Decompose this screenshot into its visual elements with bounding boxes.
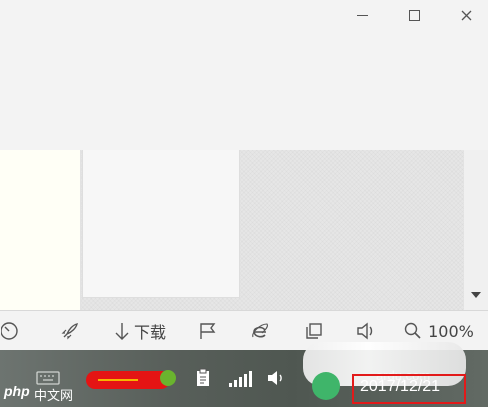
rocket-icon — [61, 323, 78, 340]
download-arrow-icon — [115, 323, 129, 340]
taskbar-date[interactable]: 2017/12/21 — [360, 378, 440, 396]
flag-icon — [200, 323, 216, 339]
document-page — [82, 150, 240, 298]
ie-button[interactable] — [248, 311, 272, 351]
download-label: 下载 — [133, 323, 166, 342]
download-button[interactable]: 下载 — [104, 311, 176, 351]
close-icon — [461, 10, 471, 20]
minimize-icon — [356, 15, 368, 16]
flag-button[interactable] — [196, 311, 220, 351]
green-tray-icon[interactable] — [312, 372, 340, 400]
window-titlebar — [0, 0, 488, 150]
clipboard-icon[interactable] — [194, 368, 212, 388]
php-logo-text: php — [4, 383, 30, 399]
app-status-icon[interactable] — [160, 370, 176, 386]
left-panel — [0, 150, 81, 310]
magnifier-icon — [404, 322, 421, 339]
scroll-down-arrow-icon[interactable] — [471, 292, 481, 298]
internet-explorer-icon — [252, 323, 268, 338]
network-signal-icon[interactable] — [229, 371, 252, 387]
speed-icon-button[interactable] — [0, 311, 22, 351]
windows-stack-icon — [306, 323, 322, 339]
volume-icon[interactable] — [266, 368, 286, 388]
php-cn-text: 中文网 — [34, 389, 74, 404]
speedometer-icon — [1, 322, 18, 340]
maximize-icon — [408, 9, 420, 21]
keyboard-icon[interactable] — [36, 369, 60, 385]
rocket-button[interactable] — [56, 311, 84, 351]
document-viewport — [0, 150, 488, 310]
speaker-icon — [357, 322, 373, 340]
minimize-button[interactable] — [339, 0, 385, 30]
vertical-scrollbar[interactable] — [464, 150, 488, 310]
zoom-level: 100% — [428, 321, 474, 341]
maximize-button[interactable] — [391, 0, 437, 30]
close-button[interactable] — [443, 0, 488, 30]
redacted-highlight — [98, 379, 138, 381]
